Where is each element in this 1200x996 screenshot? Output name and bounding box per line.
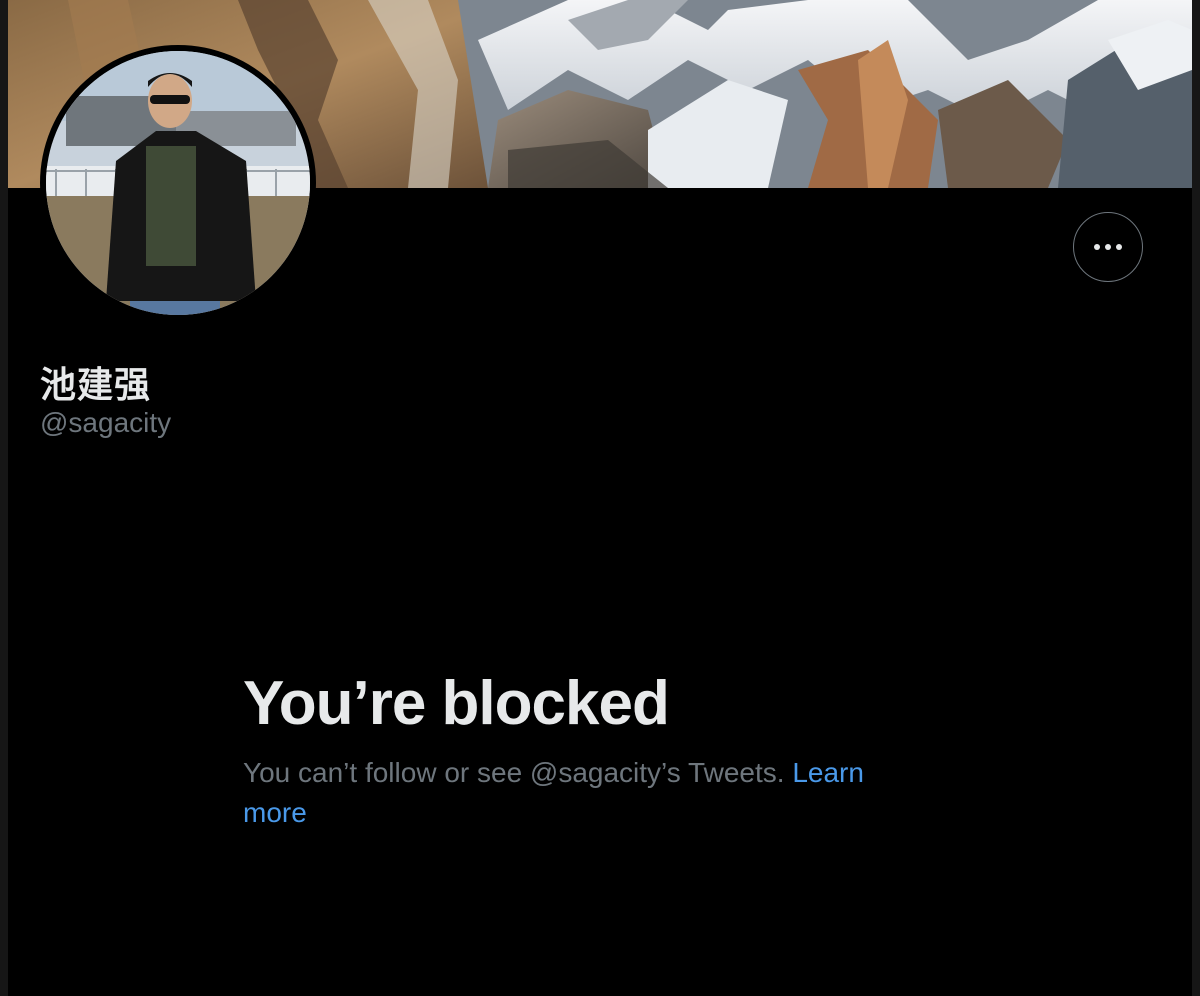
profile-avatar[interactable] bbox=[40, 45, 316, 321]
window-edge-right bbox=[1192, 0, 1200, 996]
blocked-message-text: You can’t follow or see @sagacity’s Twee… bbox=[243, 757, 785, 788]
profile-page: 池建强 @sagacity You’re blocked You can’t f… bbox=[0, 0, 1200, 996]
profile-display-name: 池建强 bbox=[40, 365, 152, 406]
more-horizontal-icon bbox=[1092, 244, 1125, 250]
more-options-button[interactable] bbox=[1073, 212, 1143, 282]
window-edge-left bbox=[0, 0, 8, 996]
profile-handle: @sagacity bbox=[40, 407, 172, 438]
blocked-message: You can’t follow or see @sagacity’s Twee… bbox=[243, 753, 923, 833]
blocked-title: You’re blocked bbox=[243, 669, 670, 738]
